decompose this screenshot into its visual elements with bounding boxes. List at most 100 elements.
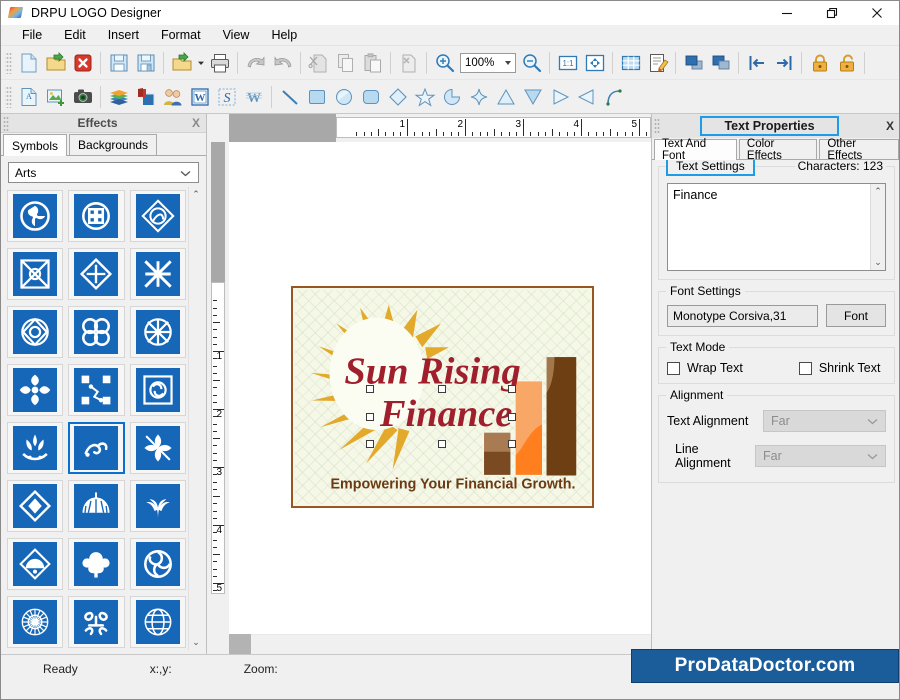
watermark-icon[interactable]: W	[240, 83, 267, 110]
horizontal-ruler[interactable]: 1234567	[336, 117, 651, 138]
star-icon[interactable]	[411, 83, 438, 110]
menu-format[interactable]: Format	[150, 26, 212, 44]
quatrefoil-knot-symbol[interactable]	[68, 306, 125, 358]
align-left-icon[interactable]	[743, 49, 770, 76]
actual-size-icon[interactable]: 1:1	[554, 49, 581, 76]
scroll-ornament-symbol[interactable]	[68, 596, 125, 648]
diamond-cross-knot-symbol[interactable]	[68, 248, 125, 300]
open-folder-icon[interactable]	[42, 49, 69, 76]
selection-handle[interactable]	[508, 385, 516, 393]
diamond-knot-symbol[interactable]	[129, 190, 186, 242]
text-alignment-combo[interactable]: Far	[763, 410, 886, 432]
canvas-horizontal-scrollbar[interactable]	[229, 634, 651, 654]
cut-icon[interactable]	[305, 49, 332, 76]
text-properties-close-icon[interactable]: X	[879, 119, 899, 133]
symbol-grid-scrollbar[interactable]: ⌃ ⌄	[188, 187, 203, 650]
menu-file[interactable]: File	[11, 26, 53, 44]
scroll-down-icon[interactable]: ⌄	[192, 637, 200, 648]
woven-x-knot-symbol[interactable]	[129, 248, 186, 300]
import-icon[interactable]	[168, 49, 195, 76]
shrink-text-checkbox[interactable]	[798, 361, 812, 375]
clover-cross-symbol[interactable]	[7, 364, 64, 416]
selection-handle[interactable]	[366, 413, 374, 421]
menu-insert[interactable]: Insert	[97, 26, 150, 44]
arc-icon[interactable]	[600, 83, 627, 110]
layers-icon[interactable]	[105, 83, 132, 110]
shell-diamond-symbol[interactable]	[7, 538, 64, 590]
paste-icon[interactable]	[359, 49, 386, 76]
toolbar-grip-2[interactable]	[5, 85, 12, 108]
tab-other-effects[interactable]: Other Effects	[819, 138, 899, 162]
fit-page-icon[interactable]	[581, 49, 608, 76]
selection-handle[interactable]	[366, 385, 374, 393]
selection-handle[interactable]	[438, 440, 446, 448]
triangle-right-icon[interactable]	[546, 83, 573, 110]
print-icon[interactable]	[206, 49, 233, 76]
diamond-petal-symbol[interactable]	[7, 480, 64, 532]
close-document-icon[interactable]	[69, 49, 96, 76]
camera-icon[interactable]	[69, 83, 96, 110]
tab-backgrounds[interactable]: Backgrounds	[69, 134, 158, 155]
font-value-field[interactable]: Monotype Corsiva,31	[667, 304, 818, 327]
align-right-icon[interactable]	[770, 49, 797, 76]
symbol-category-combo[interactable]: Arts	[8, 162, 199, 183]
maximize-restore-button[interactable]	[809, 1, 854, 25]
wrap-text-checkbox[interactable]	[667, 361, 680, 375]
four-point-star-icon[interactable]	[465, 83, 492, 110]
lock-icon[interactable]	[806, 49, 833, 76]
hscroll-track[interactable]	[251, 634, 651, 654]
text-scroll-down-icon[interactable]: ⌄	[874, 257, 882, 268]
menu-view[interactable]: View	[212, 26, 261, 44]
bring-to-front-icon[interactable]	[680, 49, 707, 76]
add-image-icon[interactable]	[42, 83, 69, 110]
selection-handle[interactable]	[508, 440, 516, 448]
celtic-knot-round-symbol[interactable]	[68, 190, 125, 242]
leaf-spray-symbol[interactable]	[129, 480, 186, 532]
effects-panel-close-icon[interactable]: X	[186, 116, 206, 130]
tab-symbols[interactable]: Symbols	[3, 134, 68, 156]
triple-spiral-circle-symbol[interactable]	[129, 538, 186, 590]
chrysanthemum-symbol[interactable]	[7, 596, 64, 648]
zoom-level-combo[interactable]: 100%	[460, 52, 516, 73]
toolbar-grip[interactable]	[5, 51, 12, 74]
butterfly-leaf-symbol[interactable]	[129, 422, 186, 474]
triangle-left-icon[interactable]	[573, 83, 600, 110]
rectangle-icon[interactable]	[303, 83, 330, 110]
edit-page-icon[interactable]	[644, 49, 671, 76]
globe-crest-symbol[interactable]	[129, 596, 186, 648]
recycle-circle-symbol[interactable]	[129, 364, 186, 416]
close-button[interactable]	[854, 1, 899, 25]
add-text-icon[interactable]: A	[15, 83, 42, 110]
zoom-in-icon[interactable]	[431, 49, 458, 76]
selection-handle[interactable]	[438, 385, 446, 393]
tab-color-effects[interactable]: Color Effects	[738, 138, 818, 162]
signature-icon[interactable]: S	[213, 83, 240, 110]
grid-icon[interactable]	[617, 49, 644, 76]
font-button[interactable]: Font	[826, 304, 886, 327]
design-page[interactable]: Sun Rising Finance Empowering Your Finan…	[229, 142, 651, 634]
save-as-icon[interactable]	[132, 49, 159, 76]
rounded-rect-icon[interactable]	[357, 83, 384, 110]
vertical-ruler[interactable]: 123456	[211, 282, 225, 594]
send-to-back-icon[interactable]	[707, 49, 734, 76]
network-nodes-symbol[interactable]	[68, 364, 125, 416]
interlock-oval-symbol[interactable]	[7, 306, 64, 358]
text-area-scrollbar[interactable]: ⌃ ⌄	[870, 184, 885, 270]
text-scroll-up-icon[interactable]: ⌃	[874, 186, 882, 197]
delete-icon[interactable]	[395, 49, 422, 76]
redo-icon[interactable]	[269, 49, 296, 76]
triangle-up-icon[interactable]	[492, 83, 519, 110]
diamond-icon[interactable]	[384, 83, 411, 110]
celtic-cross-square-symbol[interactable]	[7, 248, 64, 300]
tab-text-and-font[interactable]: Text And Font	[654, 138, 737, 162]
menu-help[interactable]: Help	[260, 26, 308, 44]
fan-palm-symbol[interactable]	[68, 480, 125, 532]
shapes-stack-icon[interactable]	[132, 83, 159, 110]
minimize-button[interactable]	[764, 1, 809, 25]
import-dropdown-icon[interactable]	[195, 49, 206, 76]
selection-handle[interactable]	[508, 413, 516, 421]
logo-object[interactable]: Sun Rising Finance Empowering Your Finan…	[291, 286, 594, 508]
scroll-up-icon[interactable]: ⌃	[192, 189, 200, 200]
menu-edit[interactable]: Edit	[53, 26, 97, 44]
word-art-icon[interactable]: W	[186, 83, 213, 110]
